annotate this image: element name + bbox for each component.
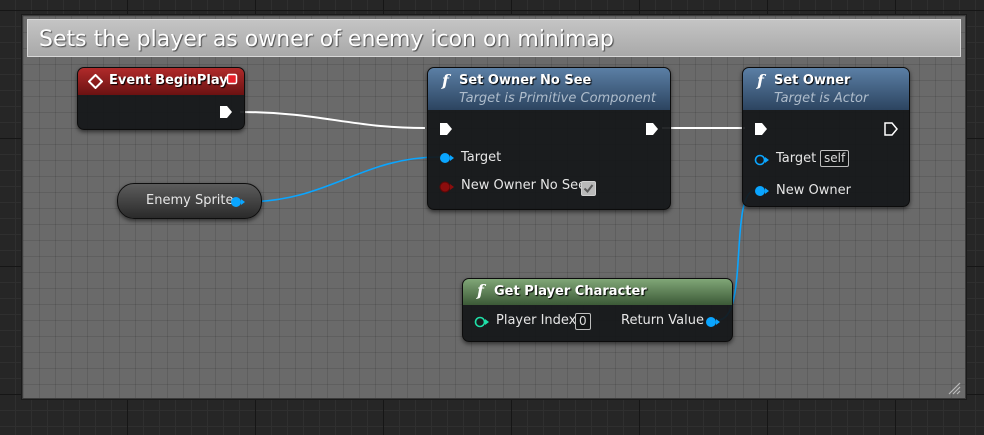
node-title: Event BeginPlay (109, 73, 228, 88)
node-title: Set Owner (774, 73, 851, 88)
target-pin-label: Target (776, 151, 817, 166)
function-icon: f (442, 71, 449, 90)
variable-label: Enemy Sprite (146, 193, 234, 208)
node-set-owner[interactable]: f Set Owner Target is Actor Target self … (742, 67, 910, 207)
event-header: Event BeginPlay (78, 68, 244, 95)
resize-grip-icon[interactable] (947, 381, 961, 395)
new-owner-no-see-checkbox[interactable] (581, 181, 596, 196)
exec-in-pin-icon[interactable] (753, 121, 769, 137)
delegate-pin-icon[interactable] (226, 73, 238, 85)
object-in-pin-icon[interactable] (439, 152, 455, 164)
new-owner-pin-label: New Owner (776, 183, 851, 198)
int-in-unconnected-pin-icon[interactable] (474, 316, 490, 328)
comment-title: Sets the player as owner of enemy icon o… (39, 27, 614, 52)
target-default-field[interactable]: self (820, 150, 850, 167)
exec-out-pin-icon[interactable] (218, 104, 234, 120)
node-event-begin-play[interactable]: Event BeginPlay (77, 67, 245, 130)
node-subtitle: Target is Actor (774, 91, 869, 106)
comment-header[interactable]: Sets the player as owner of enemy icon o… (27, 19, 961, 57)
object-in-unconnected-pin-icon[interactable] (754, 154, 770, 166)
new-owner-no-see-pin-label: New Owner No See (461, 178, 587, 193)
function-header: f Set Owner Target is Actor (743, 68, 909, 110)
object-in-pin-icon[interactable] (754, 185, 770, 197)
node-set-owner-no-see[interactable]: f Set Owner No See Target is Primitive C… (427, 67, 671, 210)
function-header: f Set Owner No See Target is Primitive C… (428, 68, 670, 110)
exec-in-pin-icon[interactable] (438, 121, 454, 137)
node-title: Get Player Character (494, 284, 647, 299)
checkmark-icon (583, 184, 594, 194)
return-value-pin-label: Return Value (621, 313, 704, 328)
object-out-pin-icon[interactable] (705, 316, 721, 328)
exec-out-unconnected-pin-icon[interactable] (883, 121, 899, 137)
node-title: Set Owner No See (459, 73, 592, 88)
node-get-player-character[interactable]: f Get Player Character Player Index 0 Re… (462, 278, 733, 342)
exec-out-pin-icon[interactable] (644, 121, 660, 137)
function-icon: f (757, 71, 764, 90)
bool-in-pin-icon[interactable] (439, 181, 455, 193)
function-icon: f (477, 281, 484, 300)
node-enemy-sprite[interactable]: Enemy Sprite (117, 183, 262, 219)
target-pin-label: Target (461, 150, 502, 165)
player-index-pin-label: Player Index (496, 313, 577, 328)
node-subtitle: Target is Primitive Component (459, 91, 656, 106)
player-index-field[interactable]: 0 (575, 313, 591, 330)
event-diamond-icon (88, 74, 103, 89)
object-out-pin-icon[interactable] (230, 196, 246, 208)
pure-function-header: f Get Player Character (463, 279, 732, 305)
